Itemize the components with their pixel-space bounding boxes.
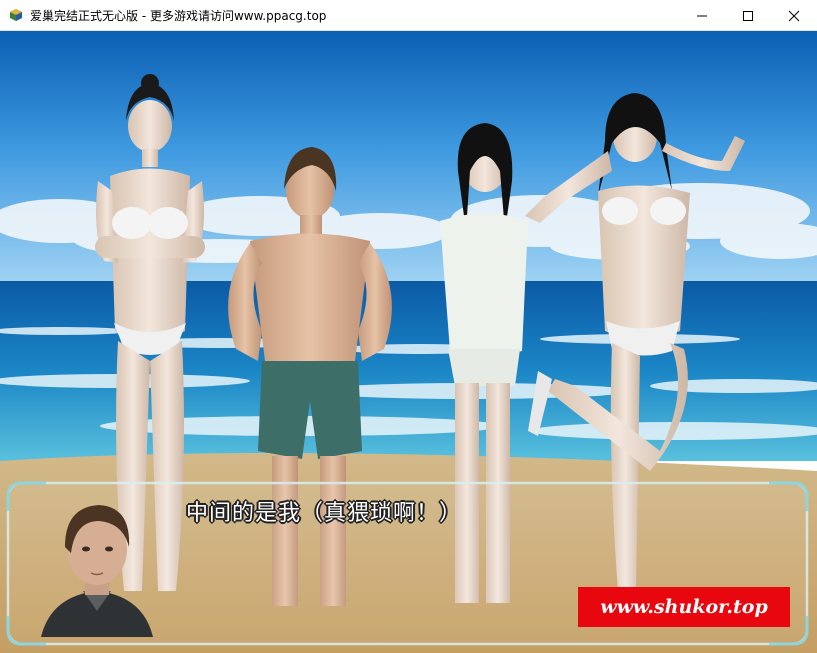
speaker-portrait: [41, 505, 153, 637]
dialog-text: 中间的是我（真猥琐啊！）: [186, 501, 463, 526]
game-viewport[interactable]: 中间的是我（真猥琐啊！） www.shukor.top: [0, 31, 817, 653]
window-titlebar[interactable]: 爱巢完结正式无心版 - 更多游戏请访问www.ppacg.top: [0, 0, 817, 31]
maximize-icon: [743, 10, 753, 21]
minimize-icon: [697, 15, 707, 16]
app-icon: [10, 9, 22, 21]
maximize-button[interactable]: [725, 0, 771, 31]
close-icon: [788, 10, 800, 21]
close-button[interactable]: [771, 0, 817, 31]
minimize-button[interactable]: [679, 0, 725, 31]
window-title: 爱巢完结正式无心版 - 更多游戏请访问www.ppacg.top: [30, 9, 327, 23]
watermark-text: www.shukor.top: [600, 596, 768, 618]
watermark-badge: www.shukor.top: [578, 587, 790, 627]
